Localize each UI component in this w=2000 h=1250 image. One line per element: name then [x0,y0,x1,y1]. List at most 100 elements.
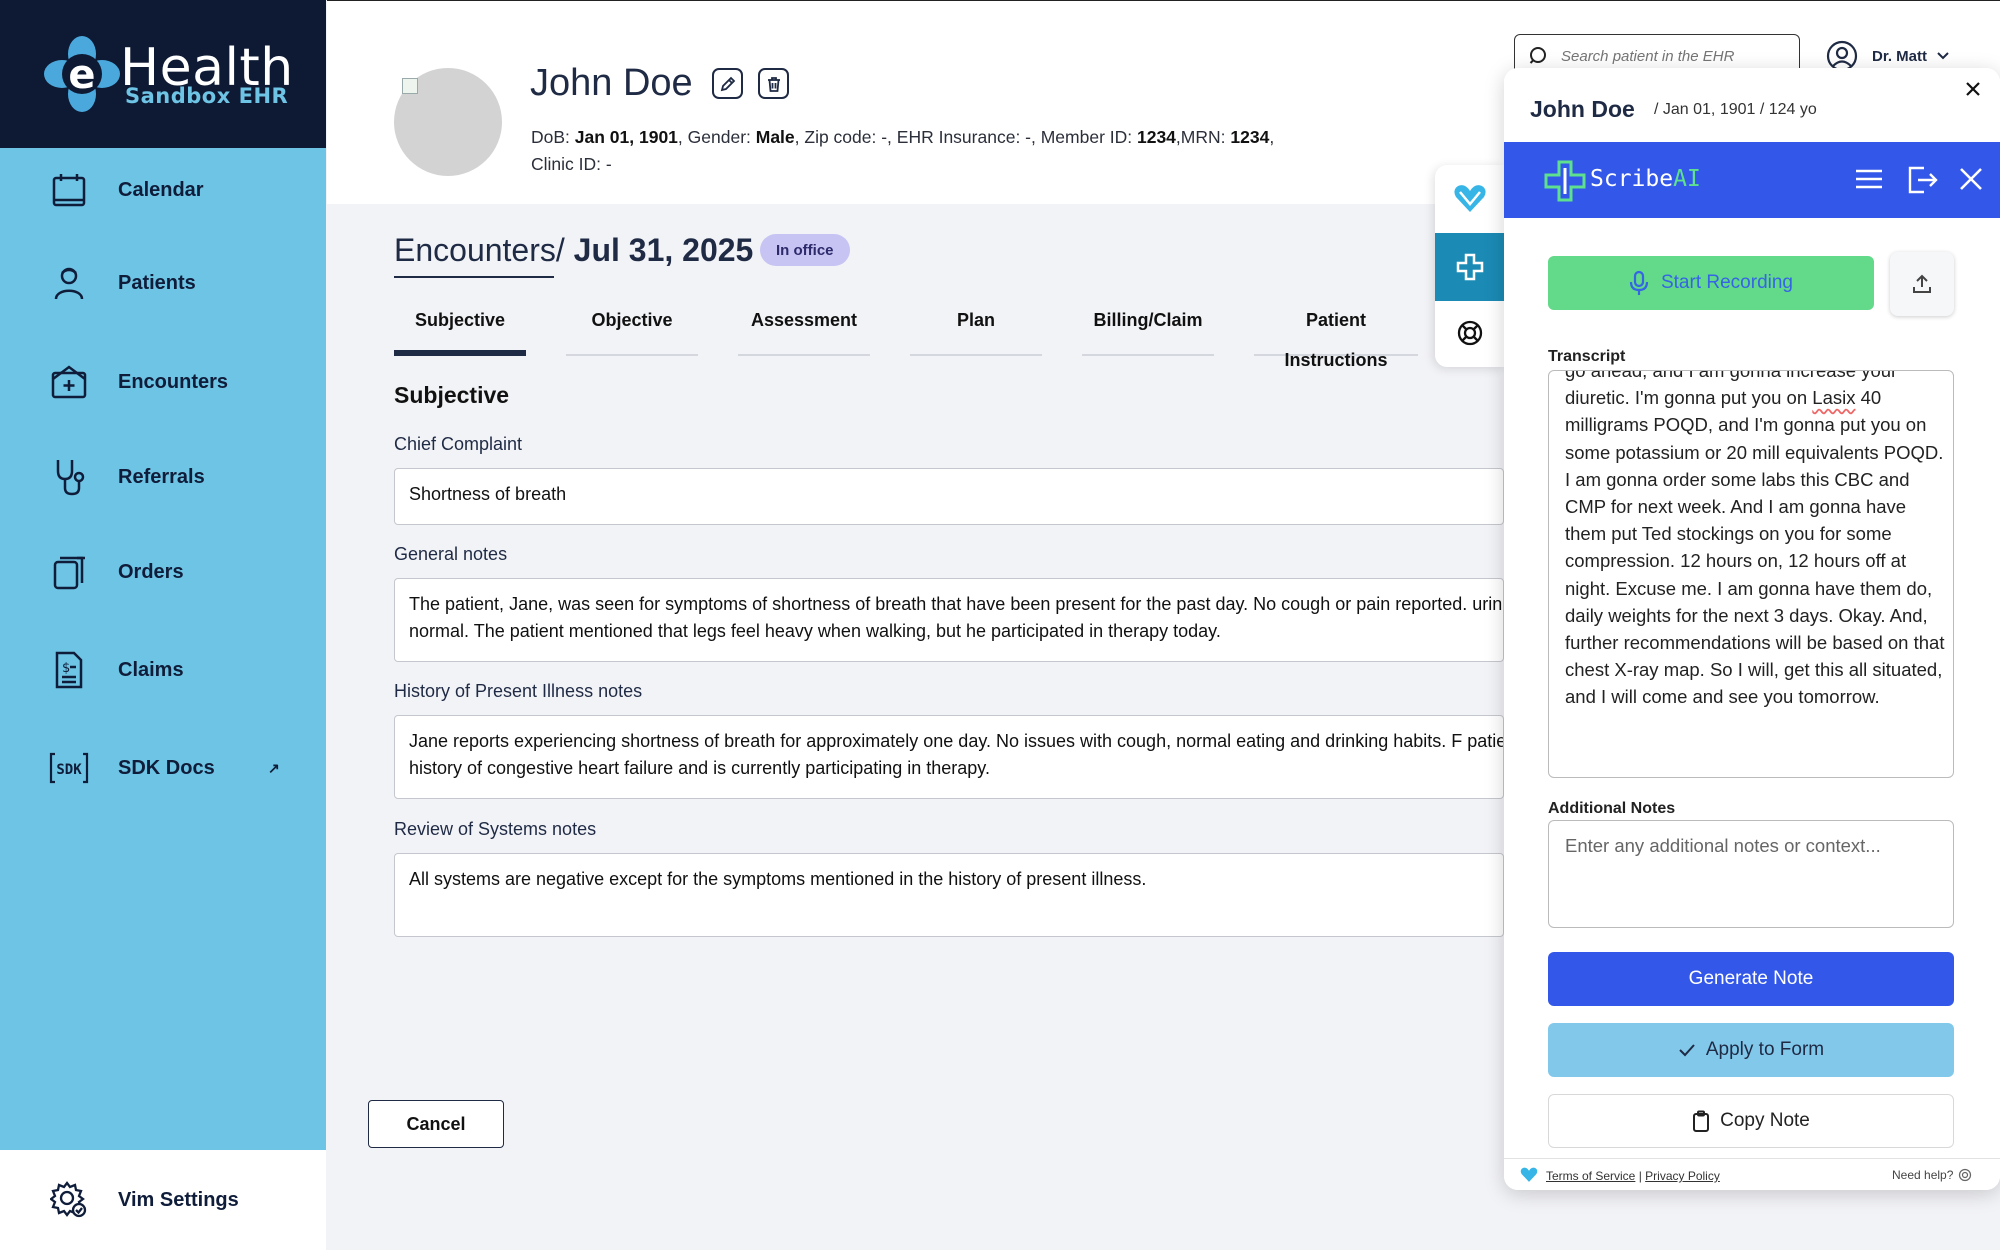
chevron-down-icon [1937,52,1949,60]
sidebar-item-label: Patients [118,271,196,294]
close-icon[interactable] [1956,164,1986,194]
terms-link[interactable]: Terms of Service [1546,1169,1635,1183]
sidebar-item-claims[interactable]: $ Claims [0,635,326,705]
sidebar-item-orders[interactable]: Orders [0,537,326,607]
tab-plan[interactable]: Plan [910,300,1042,356]
status-badge: In office [760,234,850,266]
vim-app-button[interactable] [1435,165,1505,233]
panel-body: Start Recording Transcript go ahead, and… [1504,218,2000,1190]
edit-patient-button[interactable] [712,68,743,99]
tab-subjective[interactable]: Subjective [394,300,526,356]
privacy-link[interactable]: Privacy Policy [1645,1169,1720,1183]
stethoscope-icon [48,456,90,498]
scribe-logo-icon [1544,160,1586,202]
tab-objective[interactable]: Objective [566,300,698,356]
sdk-icon: SDK [48,747,90,789]
menu-icon[interactable] [1854,164,1884,194]
copy-note-button[interactable]: Copy Note [1548,1094,1954,1148]
search-icon [1529,47,1546,64]
panel-header: John Doe / Jan 01, 1901 / 124 yo [1504,68,2000,142]
gear-icon [48,1179,90,1221]
panel-footer: Terms of Service | Privacy Policy Need h… [1504,1158,2000,1190]
search-input[interactable] [1561,48,1781,65]
tab-billing-claim[interactable]: Billing/Claim [1082,300,1214,356]
scribe-cross-icon [1456,253,1484,281]
tab-assessment[interactable]: Assessment [738,300,870,356]
brand-subtitle: Sandbox EHR [125,84,289,108]
upload-button[interactable] [1890,252,1954,316]
svg-text:$: $ [62,661,70,676]
support-button[interactable] [1435,299,1505,367]
sidebar-item-referrals[interactable]: Referrals [0,442,326,512]
chief-complaint-label: Chief Complaint [394,434,523,454]
vim-settings-button[interactable]: Vim Settings [0,1150,326,1250]
section-title: Subjective [394,382,510,408]
broken-image-icon [402,78,418,94]
sidebar-item-patients[interactable]: Patients [0,248,326,318]
microphone-icon [1629,270,1649,295]
check-icon [1679,1044,1695,1057]
breadcrumb-encounters[interactable]: Encounters/ [394,232,565,268]
svg-text:SDK: SDK [56,762,82,778]
panel-patient-name: John Doe [1530,96,1635,122]
logout-icon[interactable] [1906,164,1938,196]
additional-notes-field[interactable] [1548,820,1954,928]
vim-settings-label: Vim Settings [118,1188,239,1211]
start-recording-button[interactable]: Start Recording [1548,256,1874,310]
additional-notes-label: Additional Notes [1548,800,1676,817]
panel-patient-meta: / Jan 01, 1901 / 124 yo [1654,101,1817,118]
upload-icon [1913,274,1931,293]
pencil-icon [720,76,735,91]
sidebar-item-sdk-docs[interactable]: SDK SDK Docs ↗ [0,733,326,803]
sidebar-item-label: Claims [118,658,184,681]
hpi-notes-label: History of Present Illness notes [394,681,643,701]
calendar-icon [48,169,90,211]
hpi-notes-field[interactable]: Jane reports experiencing shortness of b… [394,715,1504,799]
sidebar: e Health Sandbox EHR Calendar Patients E… [0,0,326,1250]
trash-icon [767,76,780,92]
ros-notes-label: Review of Systems notes [394,819,597,839]
claims-document-icon: $ [48,649,90,691]
sidebar-item-label: SDK Docs [118,756,215,779]
patient-demographics: DoB: Jan 01, 1901, Gender: Male, Zip cod… [531,127,1275,174]
medical-bag-icon [48,361,90,403]
patient-name: John Doe [530,62,693,104]
delete-patient-button[interactable] [758,68,789,99]
vim-app-toolbar [1435,165,1505,367]
sidebar-item-label: Orders [118,560,184,583]
generate-note-button[interactable]: Generate Note [1548,952,1954,1006]
sidebar-item-calendar[interactable]: Calendar [0,155,326,225]
clipboard-icon [1693,1110,1710,1132]
additional-notes-input[interactable] [1565,835,1937,913]
lifebuoy-icon [1959,1168,1972,1182]
transcript-textarea[interactable]: go ahead, and I am gonna increase your d… [1548,370,1954,778]
sidebar-item-label: Encounters [118,370,229,393]
svg-text:e: e [68,52,95,98]
chief-complaint-field[interactable]: Shortness of breath [394,468,1504,525]
general-notes-field[interactable]: The patient, Jane, was seen for symptoms… [394,578,1504,662]
sidebar-item-encounters[interactable]: Encounters [0,347,326,417]
ros-notes-field[interactable]: All systems are negative except for the … [394,853,1504,937]
help-link[interactable]: Need help? [1892,1168,1972,1182]
footer-links: Terms of Service | Privacy Policy [1546,1169,1720,1183]
close-icon[interactable] [1962,78,1984,100]
general-notes-label: General notes [394,544,508,564]
external-link-icon: ↗ [268,759,280,776]
scribe-app-button[interactable] [1435,233,1505,301]
heart-logo-icon [1454,185,1486,212]
encounter-date: Jul 31, 2025 [573,232,754,268]
scribe-header-bar: ScribeAI [1504,142,2000,218]
brand-header: e Health Sandbox EHR [0,0,326,148]
patient-icon [48,262,90,304]
orders-icon [48,551,90,593]
sidebar-item-label: Calendar [118,178,204,201]
transcript-label: Transcript [1548,348,1626,365]
user-name: Dr. Matt [1872,47,1928,65]
cancel-button[interactable]: Cancel [368,1100,504,1148]
apply-to-form-button[interactable]: Apply to Form [1548,1023,1954,1077]
heart-logo-icon [1520,1167,1538,1182]
tab-patient-instructions[interactable]: Patient Instructions [1254,300,1418,370]
ehealth-logo-icon: e [44,36,120,112]
encounter-title: Encounters/ Jul 31, 2025 [394,232,753,269]
sidebar-item-label: Referrals [118,465,205,488]
